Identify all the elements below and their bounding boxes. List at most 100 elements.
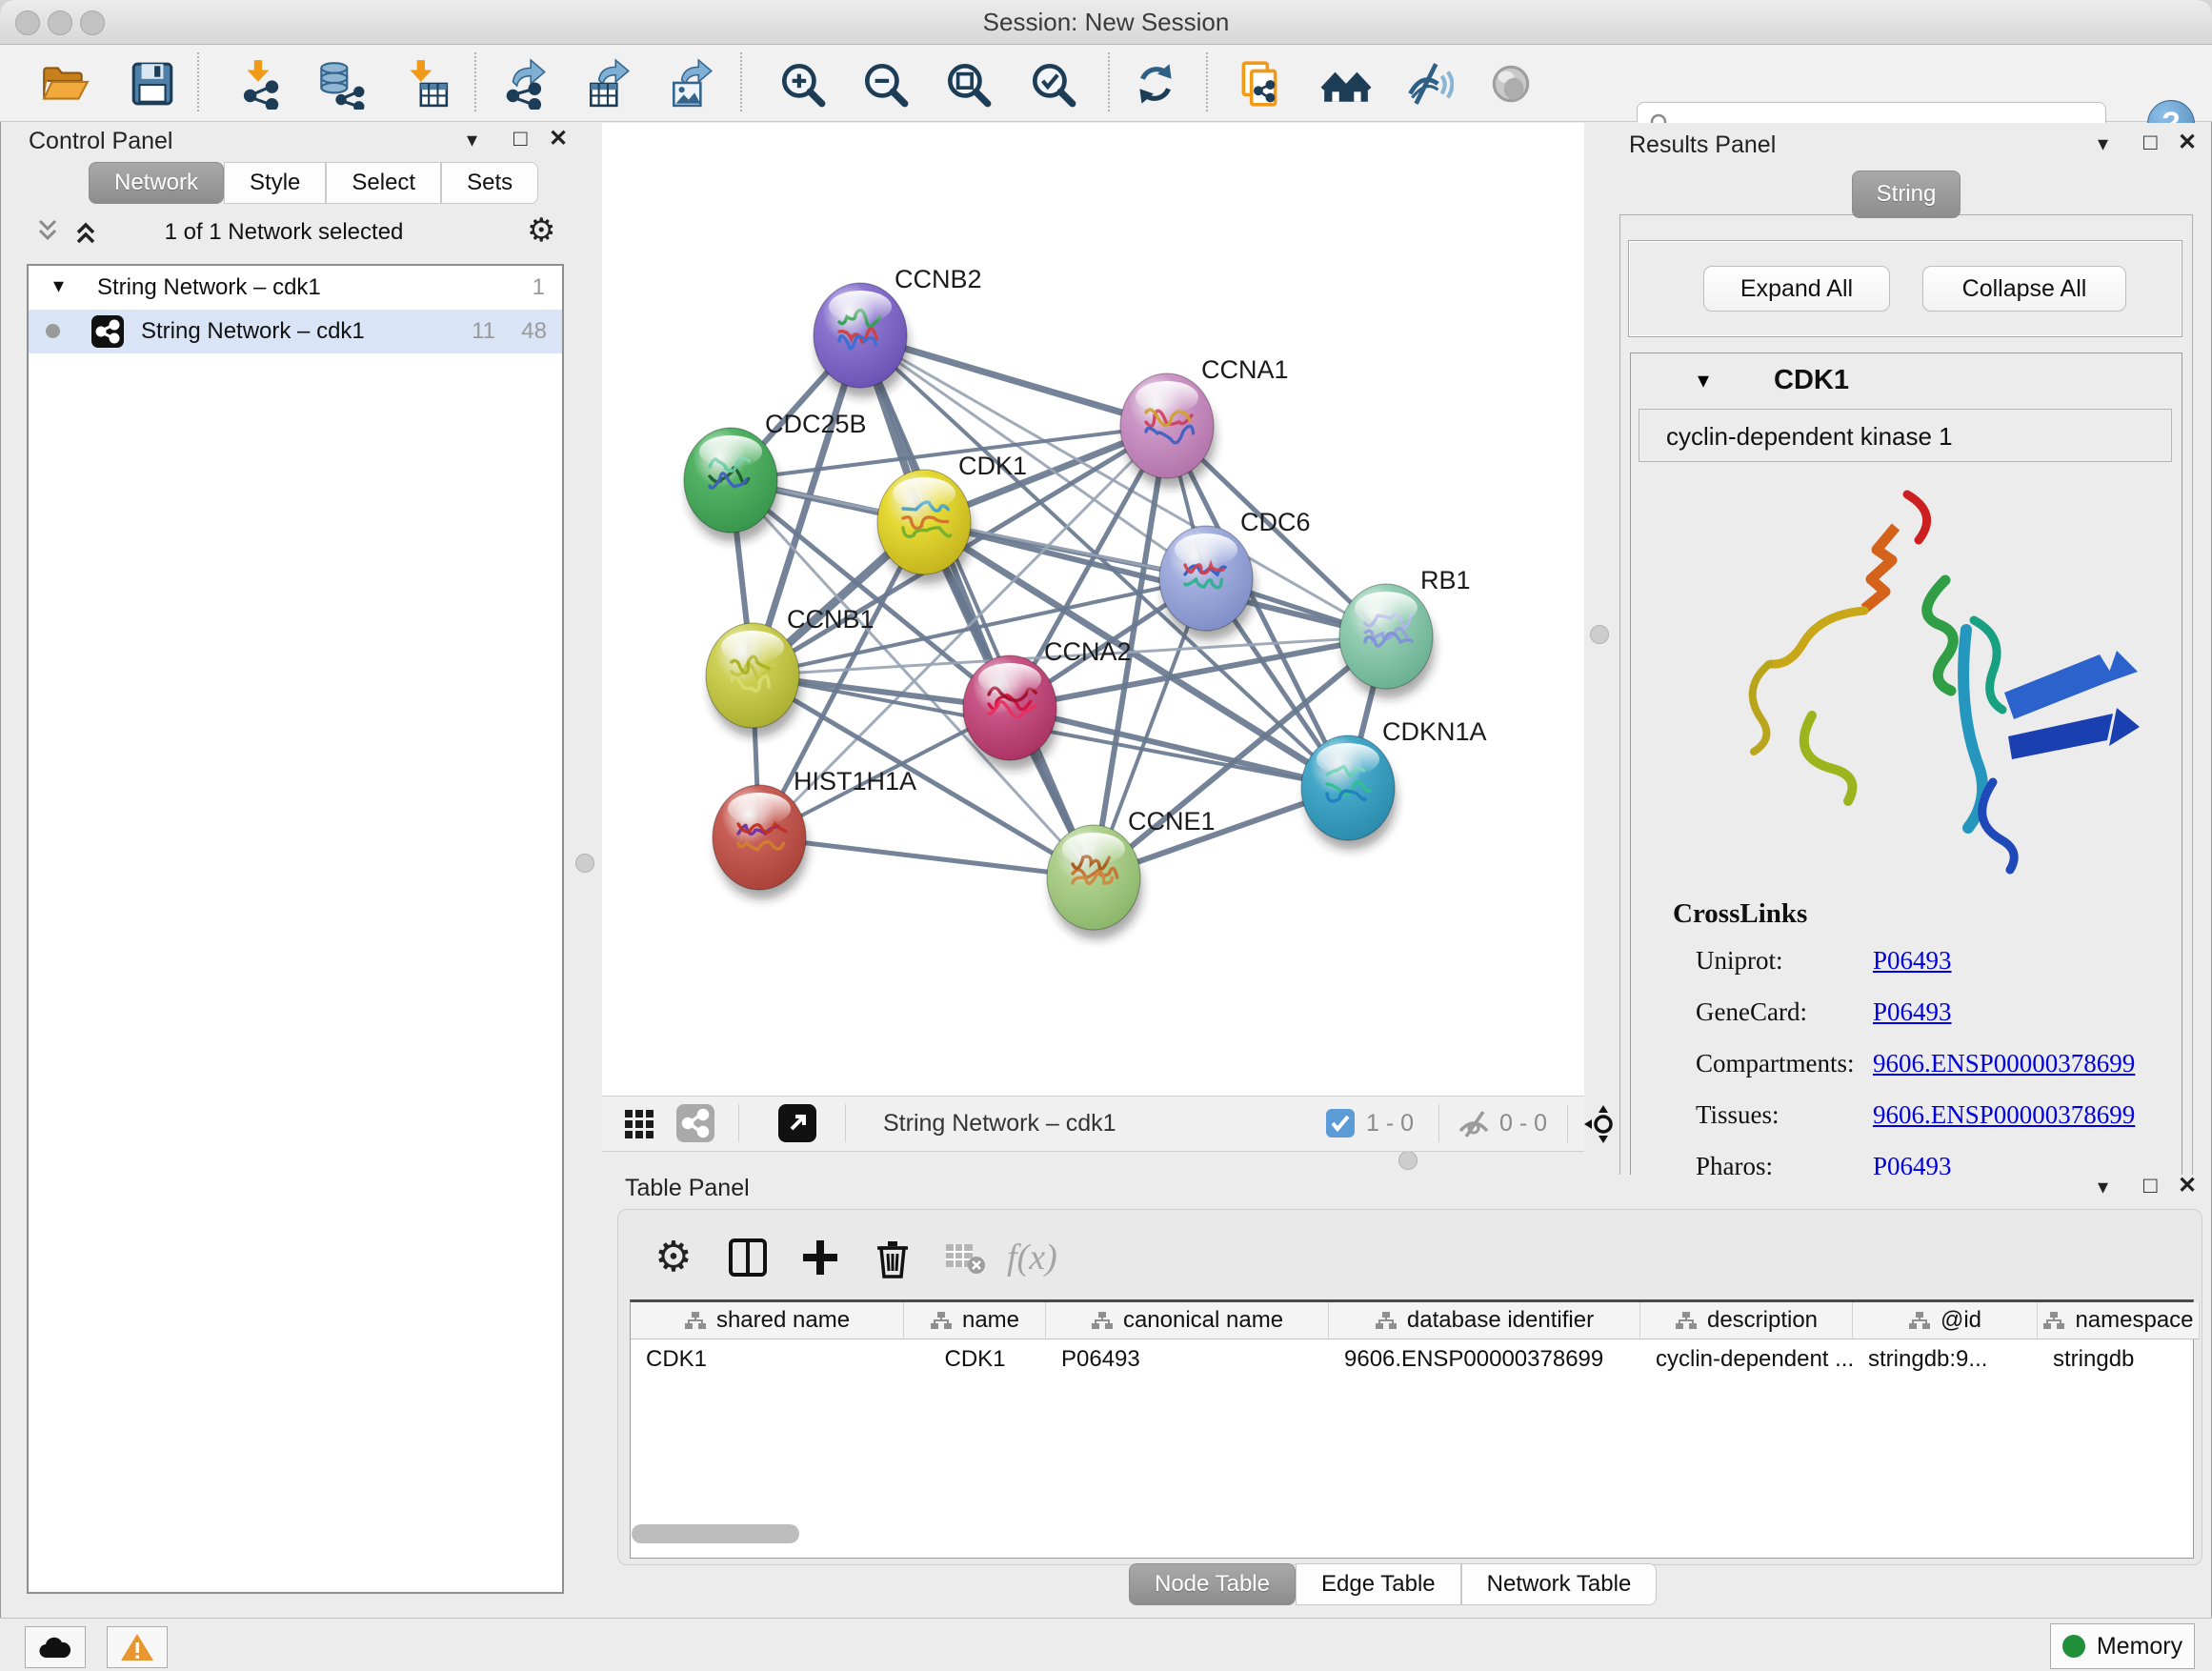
table-cell[interactable]: CDK1 xyxy=(631,1339,904,1379)
close-panel-icon[interactable]: ✕ xyxy=(2178,1175,2197,1198)
zoom-out-icon[interactable] xyxy=(859,58,911,110)
network-canvas[interactable]: CCNB2CCNA1CDC25BCDK1CDC6RB1CCNB1CCNA2CDK… xyxy=(602,123,1584,1096)
import-network-from-database-icon[interactable] xyxy=(313,58,365,110)
detach-view-icon[interactable] xyxy=(778,1104,816,1142)
tree-expand-icon[interactable]: ▾ xyxy=(53,273,64,298)
network-options-gear-icon[interactable]: ⚙ xyxy=(527,211,555,250)
table-cell[interactable]: stringdb:9... xyxy=(1853,1339,2038,1379)
crosslink-row: GeneCard:P06493 xyxy=(1696,997,2172,1049)
grid-view-icon[interactable] xyxy=(623,1108,657,1140)
collapse-all-button[interactable]: Collapse All xyxy=(1922,266,2126,312)
column-header--id[interactable]: @id xyxy=(1853,1302,2038,1339)
collapse-all-icon[interactable] xyxy=(32,217,67,246)
splitter-handle-right[interactable] xyxy=(1590,625,1609,644)
add-column-icon[interactable] xyxy=(795,1233,845,1282)
network-row-selected[interactable]: String Network – cdk1 11 48 xyxy=(29,310,562,353)
network-node-CCNA1[interactable] xyxy=(1120,373,1216,488)
hidden-eye-icon[interactable] xyxy=(1455,1108,1493,1140)
string-home-icon[interactable] xyxy=(1320,58,1372,110)
hide-details-eye-icon[interactable] xyxy=(1402,58,1454,110)
import-table-icon[interactable] xyxy=(399,58,451,110)
tab-string[interactable]: String xyxy=(1852,171,1961,218)
title-bar[interactable]: Session: New Session xyxy=(0,0,2212,45)
expand-all-button[interactable]: Expand All xyxy=(1703,266,1890,312)
tab-node-table[interactable]: Node Table xyxy=(1129,1563,1296,1605)
column-header-database-identifier[interactable]: database identifier xyxy=(1329,1302,1640,1339)
crosslink-value-link[interactable]: P06493 xyxy=(1873,997,1952,1027)
zoom-selected-icon[interactable] xyxy=(1027,58,1078,110)
statusbar-separator xyxy=(1567,1104,1568,1142)
edge-HIST1H1A-CCNE1[interactable] xyxy=(759,837,1094,877)
splitter-handle-left[interactable] xyxy=(575,854,594,873)
horizontal-scrollbar[interactable] xyxy=(632,1524,799,1543)
refresh-icon[interactable] xyxy=(1130,58,1181,110)
tab-network[interactable]: Network xyxy=(89,162,224,204)
table-cell[interactable]: CDK1 xyxy=(904,1339,1046,1379)
show-details-eye-icon[interactable] xyxy=(1485,58,1537,110)
clone-network-icon[interactable] xyxy=(1234,58,1285,110)
warnings-button[interactable] xyxy=(107,1626,168,1668)
apply-function-icon[interactable]: f(x) xyxy=(1007,1233,1056,1282)
network-node-CCNA2[interactable] xyxy=(963,655,1058,770)
selected-checkbox-icon[interactable] xyxy=(1326,1109,1355,1137)
network-share-view-icon[interactable] xyxy=(676,1104,714,1142)
close-panel-icon[interactable]: ✕ xyxy=(549,128,568,151)
table-settings-gear-icon[interactable]: ⚙ xyxy=(649,1233,698,1282)
tab-style[interactable]: Style xyxy=(224,162,326,204)
network-node-CCNB2[interactable] xyxy=(814,283,909,397)
network-node-RB1[interactable] xyxy=(1339,584,1435,698)
export-table-icon[interactable] xyxy=(583,58,634,110)
tab-network-table[interactable]: Network Table xyxy=(1461,1563,1658,1605)
tab-select[interactable]: Select xyxy=(326,162,441,204)
float-panel-icon[interactable]: □ xyxy=(513,128,528,151)
node-table[interactable]: shared namenamecanonical namedatabase id… xyxy=(630,1299,2194,1559)
panel-menu-icon[interactable]: ▾ xyxy=(2098,1177,2108,1198)
column-header-canonical-name[interactable]: canonical name xyxy=(1046,1302,1329,1339)
zoom-fit-icon[interactable] xyxy=(942,58,994,110)
table-cell[interactable]: cyclin-dependent ... xyxy=(1640,1339,1853,1379)
card-collapse-icon[interactable]: ▾ xyxy=(1698,367,1709,394)
memory-label: Memory xyxy=(2097,1633,2182,1661)
delete-column-icon[interactable] xyxy=(868,1233,917,1282)
show-columns-icon[interactable] xyxy=(723,1233,773,1282)
panel-menu-icon[interactable]: ▾ xyxy=(467,130,477,151)
table-cell[interactable]: 9606.ENSP00000378699 xyxy=(1329,1339,1640,1379)
column-header-shared-name[interactable]: shared name xyxy=(631,1302,904,1339)
tab-sets[interactable]: Sets xyxy=(441,162,538,204)
network-node-CDC6[interactable] xyxy=(1159,526,1255,640)
expand-all-icon[interactable] xyxy=(70,217,105,246)
close-panel-icon[interactable]: ✕ xyxy=(2178,131,2197,154)
export-image-icon[interactable] xyxy=(666,58,717,110)
export-network-icon[interactable] xyxy=(501,58,553,110)
column-header-name[interactable]: name xyxy=(904,1302,1046,1339)
float-panel-icon[interactable]: □ xyxy=(2143,131,2158,154)
splitter-handle-bottom[interactable] xyxy=(1398,1151,1418,1170)
network-node-CDC25B[interactable] xyxy=(684,428,779,542)
zoom-in-icon[interactable] xyxy=(776,58,828,110)
edge-CDK1-RB1[interactable] xyxy=(924,522,1386,636)
table-cell[interactable]: P06493 xyxy=(1046,1339,1329,1379)
network-node-CDKN1A[interactable] xyxy=(1301,735,1397,850)
crosslink-value-link[interactable]: 9606.ENSP00000378699 xyxy=(1873,1100,2135,1130)
edge-CCNA2-CDKN1A[interactable] xyxy=(1010,708,1348,788)
crosslink-value-link[interactable]: 9606.ENSP00000378699 xyxy=(1873,1049,2135,1078)
crosslink-value-link[interactable]: P06493 xyxy=(1873,946,1952,976)
table-cell[interactable]: stringdb xyxy=(2038,1339,2200,1379)
network-node-HIST1H1A[interactable] xyxy=(713,785,808,899)
memory-button[interactable]: Memory xyxy=(2050,1623,2195,1669)
column-header-description[interactable]: description xyxy=(1640,1302,1853,1339)
network-node-CDK1[interactable] xyxy=(877,470,973,584)
network-graph[interactable]: CCNB2CCNA1CDC25BCDK1CDC6RB1CCNB1CCNA2CDK… xyxy=(602,123,1584,1096)
tab-edge-table[interactable]: Edge Table xyxy=(1296,1563,1461,1605)
network-node-CCNB1[interactable] xyxy=(706,623,801,737)
open-session-icon[interactable] xyxy=(39,58,90,110)
cloud-status-button[interactable] xyxy=(25,1626,86,1668)
save-session-icon[interactable] xyxy=(127,58,178,110)
import-network-icon[interactable] xyxy=(234,58,286,110)
network-collection-row[interactable]: ▾ String Network – cdk1 1 xyxy=(29,266,562,310)
network-node-CCNE1[interactable] xyxy=(1047,825,1142,939)
delete-table-icon[interactable] xyxy=(940,1233,990,1282)
column-header-namespace[interactable]: namespace xyxy=(2038,1302,2200,1339)
float-panel-icon[interactable]: □ xyxy=(2143,1175,2158,1198)
panel-menu-icon[interactable]: ▾ xyxy=(2098,133,2108,154)
